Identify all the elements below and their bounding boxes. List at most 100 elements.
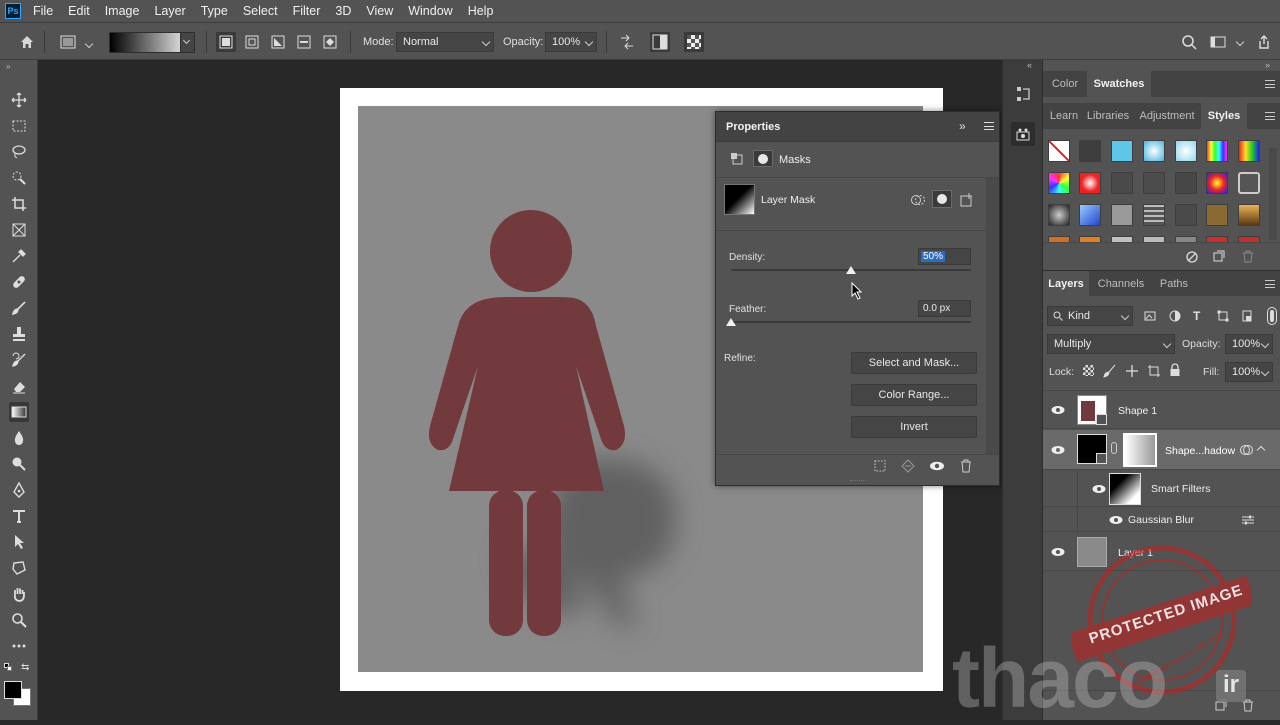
opacity-field[interactable]: 100% <box>545 32 597 52</box>
layer-row-layer1[interactable]: Layer 1 <box>1043 533 1280 571</box>
style-swatch[interactable] <box>1111 140 1133 162</box>
style-swatch[interactable] <box>1079 204 1101 226</box>
dither-icon[interactable] <box>650 32 670 52</box>
filter-shape-icon[interactable] <box>1217 310 1229 322</box>
home-icon[interactable] <box>17 32 37 52</box>
gradient-preset-icon[interactable] <box>58 32 78 52</box>
new-layer-icon[interactable] <box>1215 699 1227 711</box>
layer-opacity-field[interactable]: 100% <box>1225 334 1273 354</box>
filter-type-icon[interactable]: T <box>1193 309 1200 323</box>
eye-icon[interactable] <box>1051 405 1065 415</box>
zoom-icon[interactable] <box>9 610 29 630</box>
fill-field[interactable]: 100% <box>1225 362 1273 382</box>
diamond-gradient-button[interactable] <box>320 32 340 52</box>
feather-field[interactable]: 0.0 px <box>918 300 971 317</box>
delete-layer-icon[interactable] <box>1242 699 1254 712</box>
apply-mask-icon[interactable] <box>900 459 916 473</box>
tab-learn[interactable]: Learn <box>1043 103 1085 129</box>
tab-paths[interactable]: Paths <box>1153 271 1195 296</box>
layer-filter-select[interactable]: Kind <box>1047 306 1133 326</box>
lock-transparency-icon[interactable] <box>1083 365 1094 376</box>
move-icon[interactable] <box>9 90 29 110</box>
link-icon[interactable] <box>1111 442 1117 454</box>
load-selection-icon[interactable] <box>873 459 887 473</box>
layer-row-smart-filters[interactable]: Smart Filters <box>1043 471 1280 535</box>
filter-smart-object-icon[interactable] <box>1241 310 1253 322</box>
style-swatch[interactable] <box>1238 172 1260 194</box>
lasso-icon[interactable] <box>9 142 29 162</box>
blend-mode-select[interactable]: Multiply <box>1047 334 1175 354</box>
menu-filter[interactable]: Filter <box>293 4 321 18</box>
stamp-icon[interactable] <box>9 324 29 344</box>
mode-select[interactable]: Normal <box>396 32 494 52</box>
style-none-swatch[interactable] <box>1048 140 1070 162</box>
style-swatch[interactable] <box>1111 172 1133 194</box>
eyedropper-icon[interactable] <box>9 246 29 266</box>
style-swatch[interactable] <box>1238 140 1260 162</box>
angle-gradient-button[interactable] <box>268 32 288 52</box>
vector-mask-icon[interactable] <box>959 192 975 208</box>
tab-channels[interactable]: Channels <box>1091 271 1151 296</box>
eye-icon[interactable] <box>1051 547 1065 557</box>
expand-dock-icon[interactable]: « <box>1027 60 1032 70</box>
menu-file[interactable]: File <box>33 4 53 18</box>
panel-menu-icon[interactable] <box>1265 280 1275 288</box>
share-icon[interactable] <box>1254 32 1274 52</box>
select-and-mask-button[interactable]: Select and Mask... <box>851 352 977 374</box>
marquee-icon[interactable] <box>9 116 29 136</box>
filter-options-icon[interactable] <box>1241 514 1255 526</box>
filter-toggle[interactable] <box>1268 308 1276 324</box>
style-swatch[interactable] <box>1079 172 1101 194</box>
search-icon[interactable] <box>1179 32 1199 52</box>
density-field[interactable]: 50% <box>918 248 971 265</box>
style-swatch[interactable] <box>1238 204 1260 226</box>
eye-icon[interactable] <box>1092 484 1106 494</box>
eye-icon[interactable] <box>929 461 945 471</box>
feather-slider-handle[interactable] <box>726 318 736 326</box>
style-swatch[interactable] <box>1175 140 1197 162</box>
type-icon[interactable] <box>9 506 29 526</box>
properties-dock-icon[interactable] <box>1011 122 1035 146</box>
radial-gradient-button[interactable] <box>242 32 262 52</box>
eye-icon[interactable] <box>1109 515 1123 525</box>
blur-icon[interactable] <box>9 428 29 448</box>
workspace-chevron-icon[interactable] <box>1235 37 1245 47</box>
transparency-icon[interactable] <box>684 32 704 52</box>
gradient-tool-icon[interactable] <box>9 402 29 422</box>
no-style-icon[interactable] <box>1186 251 1198 263</box>
filter-pixel-icon[interactable] <box>1144 310 1156 322</box>
quick-select-icon[interactable] <box>9 168 29 188</box>
reverse-icon[interactable] <box>617 32 637 52</box>
select-mask-icon[interactable] <box>910 192 926 208</box>
history-brush-icon[interactable] <box>9 350 29 370</box>
collapse-effects-icon[interactable] <box>1256 445 1266 455</box>
pixel-mask-selected-icon[interactable] <box>932 190 952 208</box>
delete-mask-icon[interactable] <box>960 459 972 473</box>
layer-row-shadow[interactable]: Shape...hadow <box>1043 430 1280 470</box>
collapse-right-icon[interactable]: » <box>1265 60 1270 70</box>
style-swatch[interactable] <box>1143 172 1165 194</box>
menu-image[interactable]: Image <box>105 4 140 18</box>
gradient-picker[interactable] <box>109 32 195 53</box>
filter-adjustment-icon[interactable] <box>1169 310 1181 322</box>
delete-style-icon[interactable] <box>1242 250 1254 263</box>
style-swatch[interactable] <box>1048 204 1070 226</box>
style-swatch[interactable] <box>1048 172 1070 194</box>
foreground-color-swatch[interactable] <box>4 681 22 699</box>
style-swatch[interactable] <box>1206 140 1228 162</box>
default-colors-icon[interactable] <box>4 663 12 671</box>
layer-row-shape1[interactable]: Shape 1 <box>1043 391 1280 429</box>
density-slider-handle[interactable] <box>846 266 856 274</box>
panel-menu-icon[interactable] <box>1265 80 1275 88</box>
style-swatch[interactable] <box>1175 204 1197 226</box>
invert-button[interactable]: Invert <box>851 416 977 438</box>
tab-styles[interactable]: Styles <box>1201 103 1247 129</box>
color-range-button[interactable]: Color Range... <box>851 384 977 406</box>
menu-type[interactable]: Type <box>201 4 228 18</box>
swap-colors-icon[interactable]: ⇆ <box>21 662 29 673</box>
lock-pixels-icon[interactable] <box>1103 364 1117 378</box>
dodge-icon[interactable] <box>9 454 29 474</box>
menu-3d[interactable]: 3D <box>335 4 351 18</box>
layer-mask-thumbnail[interactable] <box>1123 433 1157 467</box>
workspace-icon[interactable] <box>1208 32 1228 52</box>
